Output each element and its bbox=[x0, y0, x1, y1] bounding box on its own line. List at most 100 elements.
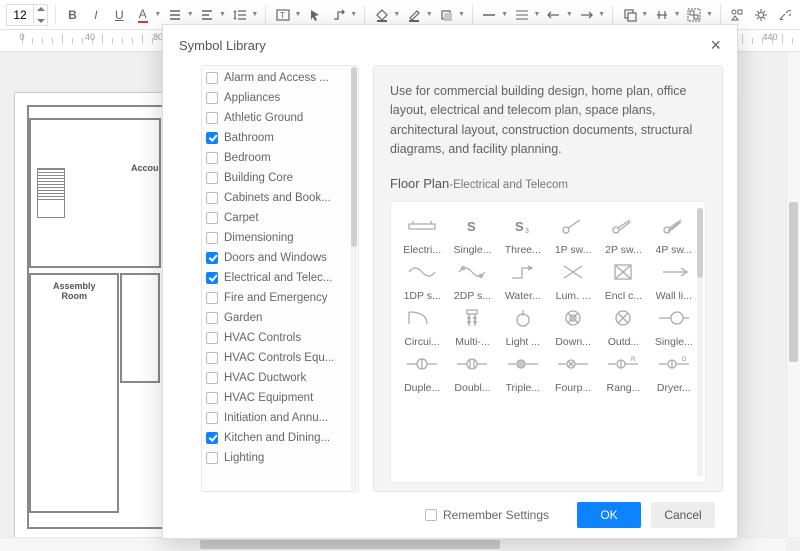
symbol-item[interactable]: Wall li... bbox=[649, 260, 699, 302]
checkbox[interactable] bbox=[206, 152, 218, 164]
category-item[interactable]: HVAC Controls bbox=[204, 328, 350, 348]
vertical-scrollbar[interactable] bbox=[786, 52, 800, 537]
align-h-button[interactable] bbox=[165, 3, 184, 27]
checkbox[interactable] bbox=[206, 252, 218, 264]
symbol-item[interactable]: S3Three... bbox=[498, 214, 548, 256]
checkbox[interactable] bbox=[206, 352, 218, 364]
checkbox[interactable] bbox=[206, 132, 218, 144]
symbol-item[interactable]: Water... bbox=[498, 260, 548, 302]
remember-settings-checkbox[interactable]: Remember Settings bbox=[425, 508, 549, 522]
italic-button[interactable]: I bbox=[86, 3, 105, 27]
category-item[interactable]: Garden bbox=[204, 308, 350, 328]
category-item[interactable]: Cabinets and Book... bbox=[204, 188, 350, 208]
checkbox[interactable] bbox=[206, 192, 218, 204]
symbol-item[interactable]: Outd... bbox=[598, 306, 648, 348]
tools-icon[interactable] bbox=[774, 3, 793, 27]
checkbox[interactable] bbox=[206, 412, 218, 424]
category-item[interactable]: Building Core bbox=[204, 168, 350, 188]
arrow-end-button[interactable] bbox=[577, 3, 596, 27]
shadow-button[interactable] bbox=[437, 3, 456, 27]
symbol-item[interactable]: RRang... bbox=[598, 352, 648, 394]
line-color-button[interactable] bbox=[404, 3, 423, 27]
category-item[interactable]: Electrical and Telec... bbox=[204, 268, 350, 288]
checkbox[interactable] bbox=[206, 232, 218, 244]
category-item[interactable]: HVAC Equipment bbox=[204, 388, 350, 408]
symbol-item[interactable]: 2DP s... bbox=[447, 260, 497, 302]
symbol-item[interactable]: 1P sw... bbox=[548, 214, 598, 256]
checkbox[interactable] bbox=[206, 92, 218, 104]
symbol-item[interactable]: Lum. ... bbox=[548, 260, 598, 302]
checkbox[interactable] bbox=[206, 112, 218, 124]
line-style-button[interactable] bbox=[480, 3, 499, 27]
symbol-item[interactable]: Circui... bbox=[397, 306, 447, 348]
symbol-item[interactable]: Multi-... bbox=[447, 306, 497, 348]
connector-button[interactable] bbox=[329, 3, 348, 27]
cancel-button[interactable]: Cancel bbox=[651, 502, 715, 528]
checkbox[interactable] bbox=[206, 272, 218, 284]
category-item[interactable]: Doors and Windows bbox=[204, 248, 350, 268]
symbol-item[interactable]: DDryer... bbox=[649, 352, 699, 394]
font-color-button[interactable]: A bbox=[133, 3, 152, 27]
font-size-input[interactable] bbox=[7, 7, 33, 23]
symbol-item[interactable]: Encl c... bbox=[598, 260, 648, 302]
symbol-item[interactable]: Light ... bbox=[498, 306, 548, 348]
symbol-item[interactable]: Down... bbox=[548, 306, 598, 348]
checkbox[interactable] bbox=[206, 392, 218, 404]
symbol-item[interactable]: 2P sw... bbox=[598, 214, 648, 256]
category-item[interactable]: Alarm and Access ... bbox=[204, 68, 350, 88]
underline-button[interactable]: U bbox=[110, 3, 129, 27]
category-scrollbar[interactable] bbox=[351, 67, 357, 490]
bring-front-button[interactable] bbox=[620, 3, 639, 27]
horizontal-scrollbar[interactable] bbox=[0, 537, 786, 551]
fill-color-button[interactable] bbox=[372, 3, 391, 27]
checkbox[interactable] bbox=[206, 292, 218, 304]
category-label: Bedroom bbox=[224, 152, 271, 164]
textbox-button[interactable]: T bbox=[273, 3, 292, 27]
line-spacing-button[interactable] bbox=[230, 3, 249, 27]
symbol-item[interactable]: Single... bbox=[649, 306, 699, 348]
pointer-button[interactable] bbox=[305, 3, 324, 27]
category-item[interactable]: HVAC Ductwork bbox=[204, 368, 350, 388]
symbol-item[interactable]: Electri... bbox=[397, 214, 447, 256]
align-v-button[interactable] bbox=[198, 3, 217, 27]
checkbox[interactable] bbox=[206, 72, 218, 84]
ok-button[interactable]: OK bbox=[577, 502, 641, 528]
checkbox[interactable] bbox=[206, 212, 218, 224]
bold-button[interactable]: B bbox=[63, 3, 82, 27]
gear-icon[interactable] bbox=[751, 3, 770, 27]
close-icon[interactable]: × bbox=[710, 35, 721, 56]
category-item[interactable]: Appliances bbox=[204, 88, 350, 108]
symbol-item[interactable]: SSingle... bbox=[447, 214, 497, 256]
category-item[interactable]: Initiation and Annu... bbox=[204, 408, 350, 428]
symbol-label: Water... bbox=[505, 290, 541, 302]
checkbox[interactable] bbox=[206, 172, 218, 184]
font-size-stepper[interactable] bbox=[6, 4, 48, 26]
symbol-item[interactable]: Triple... bbox=[498, 352, 548, 394]
line-weight-button[interactable] bbox=[512, 3, 531, 27]
category-item[interactable]: Dimensioning bbox=[204, 228, 350, 248]
arrow-start-button[interactable] bbox=[544, 3, 563, 27]
category-item[interactable]: Carpet bbox=[204, 208, 350, 228]
checkbox[interactable] bbox=[206, 452, 218, 464]
checkbox[interactable] bbox=[206, 332, 218, 344]
font-size-spinner[interactable] bbox=[33, 4, 47, 26]
category-item[interactable]: Fire and Emergency bbox=[204, 288, 350, 308]
category-item[interactable]: Bathroom bbox=[204, 128, 350, 148]
align-objects-button[interactable] bbox=[652, 3, 671, 27]
symbol-item[interactable]: Doubl... bbox=[447, 352, 497, 394]
category-item[interactable]: HVAC Controls Equ... bbox=[204, 348, 350, 368]
symbol-item[interactable]: Duple... bbox=[397, 352, 447, 394]
symbol-item[interactable]: 1DP s... bbox=[397, 260, 447, 302]
symbol-item[interactable]: 4P sw... bbox=[649, 214, 699, 256]
group-button[interactable] bbox=[685, 3, 704, 27]
symbol-item[interactable]: Fourp... bbox=[548, 352, 598, 394]
category-item[interactable]: Kitchen and Dining... bbox=[204, 428, 350, 448]
category-item[interactable]: Lighting bbox=[204, 448, 350, 468]
checkbox[interactable] bbox=[206, 372, 218, 384]
checkbox[interactable] bbox=[206, 312, 218, 324]
checkbox[interactable] bbox=[206, 432, 218, 444]
category-item[interactable]: Bedroom bbox=[204, 148, 350, 168]
category-item[interactable]: Athletic Ground bbox=[204, 108, 350, 128]
symbol-scrollbar[interactable] bbox=[697, 208, 703, 477]
symbol-library-button[interactable] bbox=[728, 3, 747, 27]
